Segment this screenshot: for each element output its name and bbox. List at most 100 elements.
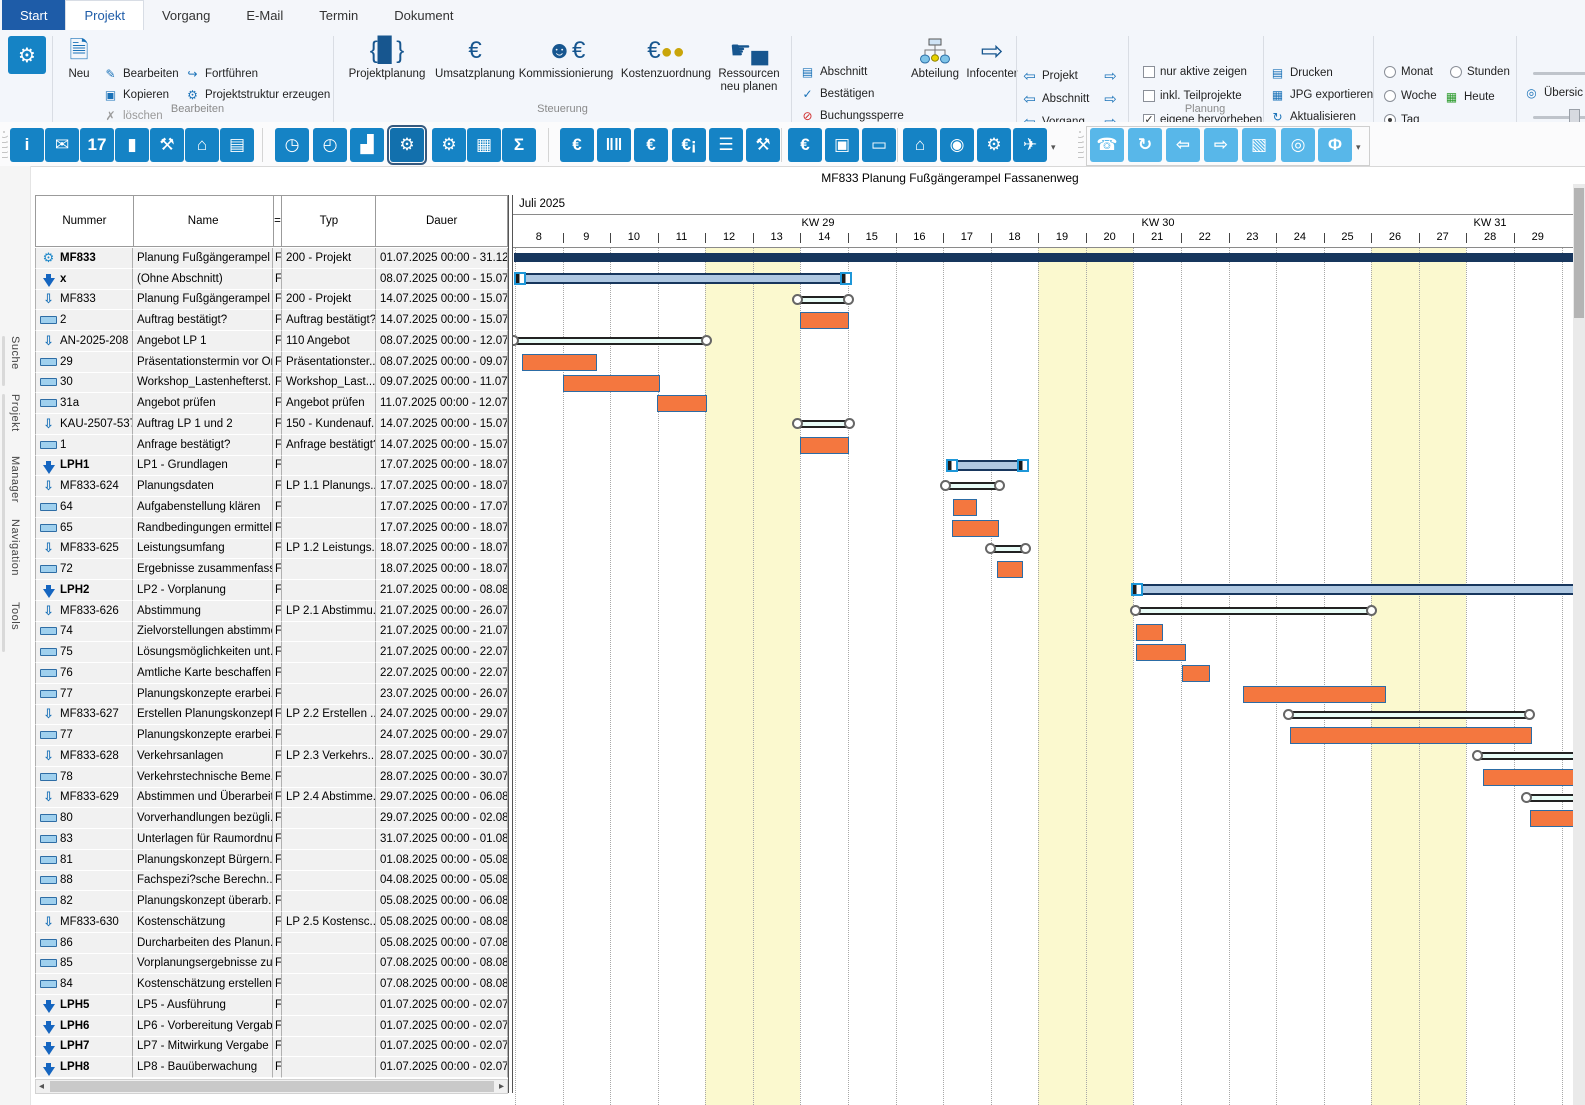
neu-button[interactable]: 🗎 Neu	[58, 34, 100, 81]
gantt-bar-task[interactable]	[1243, 686, 1386, 703]
table-horizontal-scrollbar[interactable]: ◂ ▸	[35, 1079, 508, 1094]
power-icon[interactable]: Φ	[1318, 128, 1352, 162]
chart-time-icon[interactable]: ▟	[350, 128, 384, 162]
drucken-button[interactable]: ▤Drucken	[1270, 66, 1333, 80]
table-row[interactable]: 2Auftrag bestätigt?FAuftrag bestätigt?14…	[35, 310, 508, 331]
scrollbar-thumb[interactable]	[1574, 188, 1584, 318]
day-label[interactable]: 28	[1484, 231, 1496, 243]
gantt-bar-task[interactable]	[1530, 810, 1573, 827]
sidebar-tab-navigation[interactable]: Navigation	[9, 519, 21, 576]
gantt-bar-task[interactable]	[1136, 624, 1163, 641]
mail-icon[interactable]: ✉	[45, 128, 79, 162]
snapshot-image-icon[interactable]: ▧	[1242, 128, 1276, 162]
projektplanung-button[interactable]: {▊}Projektplanung	[344, 34, 430, 81]
table-row[interactable]: 88Fachspezi?sche Berechn...F04.08.2025 0…	[35, 871, 508, 892]
checkbox-inkl-teilprojekte[interactable]: inkl. Teilprojekte	[1143, 90, 1242, 102]
column-header-Nummer[interactable]: Nummer	[36, 196, 134, 246]
prev-abschnitt-icon[interactable]: ⇦	[1022, 90, 1037, 108]
day-label[interactable]: 17	[961, 231, 973, 243]
gantt-bar-section[interactable]	[516, 273, 849, 284]
gantt-bar-task[interactable]	[1483, 769, 1573, 786]
gantt-bar-task[interactable]	[800, 437, 849, 454]
forward-icon[interactable]: ⇨	[1204, 128, 1238, 162]
table-row[interactable]: ⇩MF833-624PlanungsdatenFLP 1.1 Planungs.…	[35, 476, 508, 497]
day-label[interactable]: 11	[676, 231, 687, 243]
tab-start[interactable]: Start	[2, 0, 65, 30]
lock-icon[interactable]: ◉	[940, 128, 974, 162]
radio-woche[interactable]: Woche	[1384, 90, 1437, 102]
selection-handle[interactable]	[514, 272, 526, 285]
day-label[interactable]: 26	[1389, 231, 1401, 243]
day-label[interactable]: 18	[1008, 231, 1020, 243]
euro-coins-icon[interactable]: €	[634, 128, 668, 162]
umsatzplanung-button[interactable]: €Umsatzplanung	[432, 34, 518, 81]
selection-handle[interactable]	[1131, 583, 1143, 596]
print-document-icon[interactable]: ▤	[220, 128, 254, 162]
day-label[interactable]: 12	[723, 231, 735, 243]
table-row[interactable]: 78Verkehrstechnische Beme...F28.07.2025 …	[35, 767, 508, 788]
table-row[interactable]: 84Kostenschätzung erstellenF07.08.2025 0…	[35, 974, 508, 995]
next-projekt-icon[interactable]: ⇨	[1103, 67, 1118, 85]
table-row[interactable]: 30Workshop_Lastenhefterst...FWorkshop_La…	[35, 373, 508, 394]
table-row[interactable]: ⇩MF833-626AbstimmungFLP 2.1 Abstimmu...2…	[35, 601, 508, 622]
table-row[interactable]: 77Planungskonzepte erarbei...F24.07.2025…	[35, 725, 508, 746]
table-row[interactable]: LPH1LP1 - GrundlagenF17.07.2025 00:00 - …	[35, 456, 508, 477]
table-row[interactable]: 65Randbedingungen ermittelnF17.07.2025 0…	[35, 518, 508, 539]
dropdown-arrow-icon[interactable]: ▾	[1356, 142, 1361, 153]
sum-icon[interactable]: Σ	[502, 128, 536, 162]
resource-wrench-icon[interactable]: ⚒	[150, 128, 184, 162]
gantt-bar-summary[interactable]	[797, 296, 849, 304]
gantt-bar-summary[interactable]	[797, 420, 850, 428]
table-row[interactable]: x(Ohne Abschnitt)F08.07.2025 00:00 - 15.…	[35, 269, 508, 290]
gantt-bar-task[interactable]	[657, 395, 707, 412]
info-icon[interactable]: i	[10, 128, 44, 162]
truck-icon[interactable]: ▭	[862, 128, 896, 162]
euro-out-icon[interactable]: €	[560, 128, 594, 162]
back-icon[interactable]: ⇦	[1166, 128, 1200, 162]
table-row[interactable]: LPH7LP7 - Mitwirkung VergabeF01.07.2025 …	[35, 1037, 508, 1058]
day-label[interactable]: 22	[1199, 231, 1211, 243]
gantt-settings-icon[interactable]: ⚙	[390, 128, 424, 162]
gantt-bar-task[interactable]	[952, 520, 999, 537]
tab-termin[interactable]: Termin	[301, 0, 376, 30]
table-row[interactable]: 31aAngebot prüfenFAngebot prüfen11.07.20…	[35, 393, 508, 414]
gantt-bar-summary[interactable]	[1135, 607, 1372, 615]
day-label[interactable]: 23	[1246, 231, 1258, 243]
heute-button[interactable]: ▦Heute	[1444, 90, 1495, 104]
tab-vorgang[interactable]: Vorgang	[144, 0, 228, 30]
euro-return-icon[interactable]: €	[788, 128, 822, 162]
sidebar-tab-tools[interactable]: Tools	[9, 602, 21, 630]
day-label[interactable]: 16	[913, 231, 925, 243]
tab-email[interactable]: E-Mail	[228, 0, 301, 30]
jpg-exportieren-button[interactable]: ▦JPG exportieren	[1270, 88, 1373, 102]
day-label[interactable]: 25	[1341, 231, 1353, 243]
selection-handle[interactable]	[840, 272, 852, 285]
table-row[interactable]: 64Aufgabenstellung klärenF17.07.2025 00:…	[35, 497, 508, 518]
table-row[interactable]: ⚙MF833Planung Fußgängerampel ...F200 - P…	[35, 248, 508, 269]
table-row[interactable]: 86Durcharbeiten des Planun...F05.08.2025…	[35, 933, 508, 954]
chart-settings-icon[interactable]: ⚙	[432, 128, 466, 162]
person-time-icon[interactable]: ◴	[313, 128, 347, 162]
bearbeiten-button[interactable]: ✎Bearbeiten	[103, 67, 179, 81]
gantt-bar-task[interactable]	[953, 499, 977, 516]
sidebar-tab-suche[interactable]: Suche	[9, 336, 21, 370]
gantt-vertical-scrollbar[interactable]	[1573, 184, 1585, 1105]
day-label[interactable]: 19	[1056, 231, 1068, 243]
day-label[interactable]: 27	[1436, 231, 1448, 243]
day-label[interactable]: 24	[1294, 231, 1306, 243]
sidebar-tab-projekt[interactable]: Projekt	[9, 394, 21, 432]
tab-dokument[interactable]: Dokument	[376, 0, 471, 30]
barcode-icon[interactable]: ‖‖	[597, 128, 631, 162]
table-row[interactable]: LPH2LP2 - VorplanungF21.07.2025 00:00 - …	[35, 580, 508, 601]
table-row[interactable]: 75Lösungsmöglichkeiten unt...F21.07.2025…	[35, 642, 508, 663]
table-row[interactable]: 77Planungskonzepte erarbei...F23.07.2025…	[35, 684, 508, 705]
column-header-Dauer[interactable]: Dauer	[376, 196, 508, 246]
day-label[interactable]: 9	[583, 231, 589, 243]
calendar-icon[interactable]: 17	[80, 128, 114, 162]
gantt-bar-task[interactable]	[1290, 727, 1532, 744]
scroll-left-icon[interactable]: ◂	[39, 1080, 44, 1093]
table-row[interactable]: LPH8LP8 - BauüberwachungF01.07.2025 00:0…	[35, 1057, 508, 1078]
table-row[interactable]: LPH6LP6 - Vorbereitung VergabeF01.07.202…	[35, 1016, 508, 1037]
euro-open-item-icon[interactable]: €¡	[672, 128, 706, 162]
zoom-slider-bottom[interactable]	[1533, 116, 1585, 119]
